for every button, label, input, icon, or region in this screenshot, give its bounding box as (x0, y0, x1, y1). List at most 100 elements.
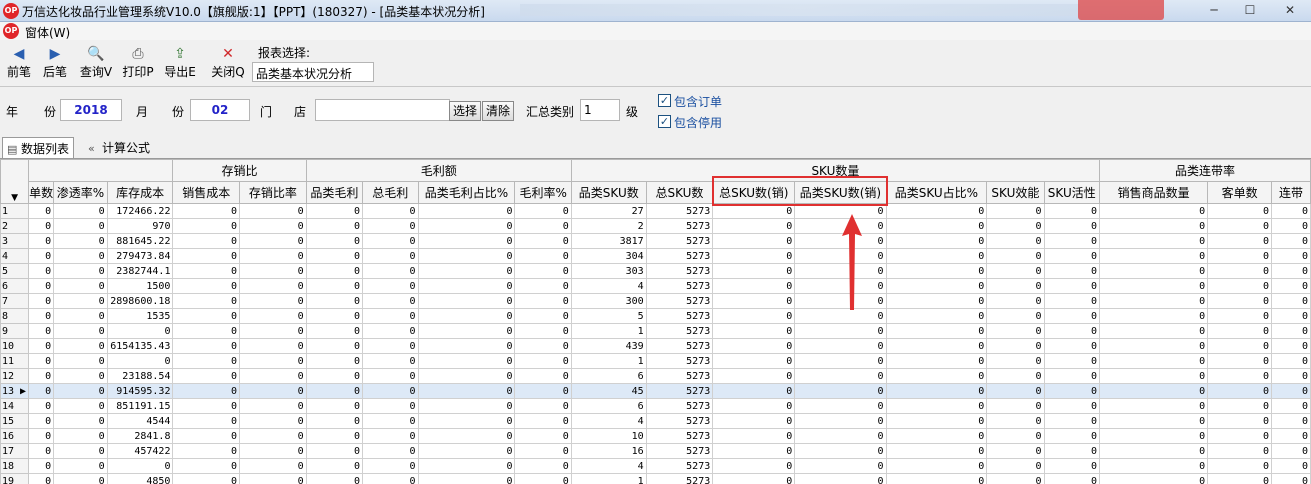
table-cell[interactable]: 0 (362, 458, 419, 474)
table-cell[interactable]: 0 (986, 413, 1045, 429)
table-row[interactable]: 11 0 0 0 0 0 0 0 0 0 1 5273 0 0 0 0 0 0 0 0 (0, 353, 1311, 369)
table-cell[interactable]: 0 (417, 398, 516, 414)
table-cell[interactable]: 0 (28, 308, 55, 324)
table-cell[interactable]: 0 (305, 218, 364, 234)
table-cell[interactable]: 0 (1271, 293, 1311, 309)
table-cell[interactable]: 5273 (645, 443, 714, 459)
table-cell[interactable]: 0 (172, 338, 241, 354)
table-cell[interactable]: 0 (986, 308, 1045, 324)
column-header[interactable]: 毛利率% (514, 181, 572, 204)
table-cell[interactable]: 0 (53, 233, 108, 249)
column-header[interactable]: SKU效能 (986, 181, 1045, 204)
table-cell[interactable]: 0 (1271, 428, 1311, 444)
table-cell[interactable]: 0 (172, 368, 241, 384)
table-cell[interactable]: 0 (172, 248, 241, 264)
table-cell[interactable]: 881645.22 (106, 233, 174, 249)
table-cell[interactable]: 0 (28, 203, 55, 219)
table-cell[interactable]: 0 (362, 218, 419, 234)
table-cell[interactable]: 0 (1207, 398, 1272, 414)
table-cell[interactable]: 0 (305, 368, 364, 384)
table-cell[interactable]: 0 (1271, 353, 1311, 369)
table-cell[interactable]: 0 (172, 203, 241, 219)
table-cell[interactable]: 0 (986, 338, 1045, 354)
table-cell[interactable]: 0 (1271, 218, 1311, 234)
table-cell[interactable]: 0 (1207, 443, 1272, 459)
table-cell[interactable]: 304 (570, 248, 647, 264)
table-cell[interactable]: 0 (1207, 368, 1272, 384)
table-cell[interactable]: 0 (172, 473, 241, 484)
table-cell[interactable]: 0 (106, 353, 174, 369)
row-number[interactable]: 12 (0, 368, 30, 384)
table-row[interactable]: 14 0 0 851191.15 0 0 0 0 0 0 6 5273 0 0 0 0 0 0 0 0 (0, 398, 1311, 414)
table-row[interactable]: 13 ▶ 0 0 914595.32 0 0 0 0 0 0 45 5273 0 0 0 0 0 0 0 0 (0, 383, 1311, 399)
table-cell[interactable]: 0 (239, 353, 307, 369)
table-cell[interactable]: 0 (362, 203, 419, 219)
table-cell[interactable]: 0 (1043, 428, 1101, 444)
table-cell[interactable]: 0 (53, 323, 108, 339)
table-cell[interactable]: 0 (1207, 278, 1272, 294)
table-cell[interactable]: 0 (172, 218, 241, 234)
table-cell[interactable]: 0 (417, 383, 516, 399)
table-cell[interactable]: 0 (417, 233, 516, 249)
table-row[interactable]: 7 0 0 2898600.18 0 0 0 0 0 0 300 5273 0 0 0 0 0 0 0 0 (0, 293, 1311, 309)
table-cell[interactable]: 5273 (645, 233, 714, 249)
column-header[interactable]: 客单数 (1207, 181, 1272, 204)
table-cell[interactable]: 0 (885, 248, 988, 264)
table-cell[interactable]: 0 (1099, 233, 1209, 249)
table-cell[interactable]: 0 (172, 398, 241, 414)
table-cell[interactable]: 0 (362, 293, 419, 309)
row-number[interactable]: 8 (0, 308, 30, 324)
table-cell[interactable]: 0 (1043, 308, 1101, 324)
table-cell[interactable]: 0 (1043, 278, 1101, 294)
table-cell[interactable]: 0 (53, 368, 108, 384)
prev-button[interactable]: ◀ 前笔 (4, 44, 34, 84)
table-cell[interactable]: 6 (570, 368, 647, 384)
table-cell[interactable]: 0 (1207, 263, 1272, 279)
row-number[interactable]: 15 (0, 413, 30, 429)
table-cell[interactable]: 5273 (645, 383, 714, 399)
table-cell[interactable]: 0 (417, 353, 516, 369)
table-cell[interactable]: 0 (1099, 278, 1209, 294)
table-cell[interactable]: 0 (417, 323, 516, 339)
table-cell[interactable]: 0 (172, 383, 241, 399)
table-cell[interactable]: 0 (1271, 383, 1311, 399)
table-cell[interactable]: 5273 (645, 398, 714, 414)
table-row[interactable]: 18 0 0 0 0 0 0 0 0 0 4 5273 0 0 0 0 0 0 0 0 (0, 458, 1311, 474)
table-row[interactable]: 17 0 0 457422 0 0 0 0 0 0 16 5273 0 0 0 0 0 0 0 0 (0, 443, 1311, 459)
table-cell[interactable]: 970 (106, 218, 174, 234)
table-cell[interactable]: 0 (53, 458, 108, 474)
table-cell[interactable]: 0 (514, 308, 572, 324)
table-cell[interactable]: 0 (514, 233, 572, 249)
table-cell[interactable]: 0 (1207, 203, 1272, 219)
table-cell[interactable]: 0 (53, 278, 108, 294)
table-cell[interactable]: 0 (28, 368, 55, 384)
table-cell[interactable]: 0 (417, 218, 516, 234)
column-header[interactable]: 品类毛利占比% (417, 181, 516, 204)
table-cell[interactable]: 1535 (106, 308, 174, 324)
table-cell[interactable]: 0 (712, 443, 796, 459)
table-cell[interactable]: 0 (514, 218, 572, 234)
table-cell[interactable]: 0 (885, 278, 988, 294)
tab-data-list[interactable]: ▤ 数据列表 (2, 137, 75, 158)
table-cell[interactable]: 0 (986, 458, 1045, 474)
table-cell[interactable]: 0 (28, 263, 55, 279)
table-cell[interactable]: 5273 (645, 278, 714, 294)
table-cell[interactable]: 0 (1043, 233, 1101, 249)
table-cell[interactable]: 0 (712, 383, 796, 399)
table-cell[interactable]: 0 (514, 263, 572, 279)
query-button[interactable]: 🔍 查询V (78, 44, 114, 84)
table-cell[interactable]: 0 (1271, 248, 1311, 264)
row-number[interactable]: 6 (0, 278, 30, 294)
table-cell[interactable]: 5273 (645, 338, 714, 354)
table-cell[interactable]: 0 (986, 368, 1045, 384)
table-cell[interactable]: 0 (514, 428, 572, 444)
table-cell[interactable]: 0 (305, 278, 364, 294)
table-cell[interactable]: 0 (28, 443, 55, 459)
table-row[interactable]: 1 0 0 172466.22 0 0 0 0 0 0 27 5273 0 0 0 0 0 0 0 0 (0, 203, 1311, 219)
table-cell[interactable]: 0 (53, 263, 108, 279)
table-cell[interactable]: 0 (1099, 263, 1209, 279)
table-cell[interactable]: 0 (1207, 383, 1272, 399)
table-cell[interactable]: 0 (417, 203, 516, 219)
table-cell[interactable]: 0 (712, 428, 796, 444)
table-cell[interactable]: 0 (172, 458, 241, 474)
